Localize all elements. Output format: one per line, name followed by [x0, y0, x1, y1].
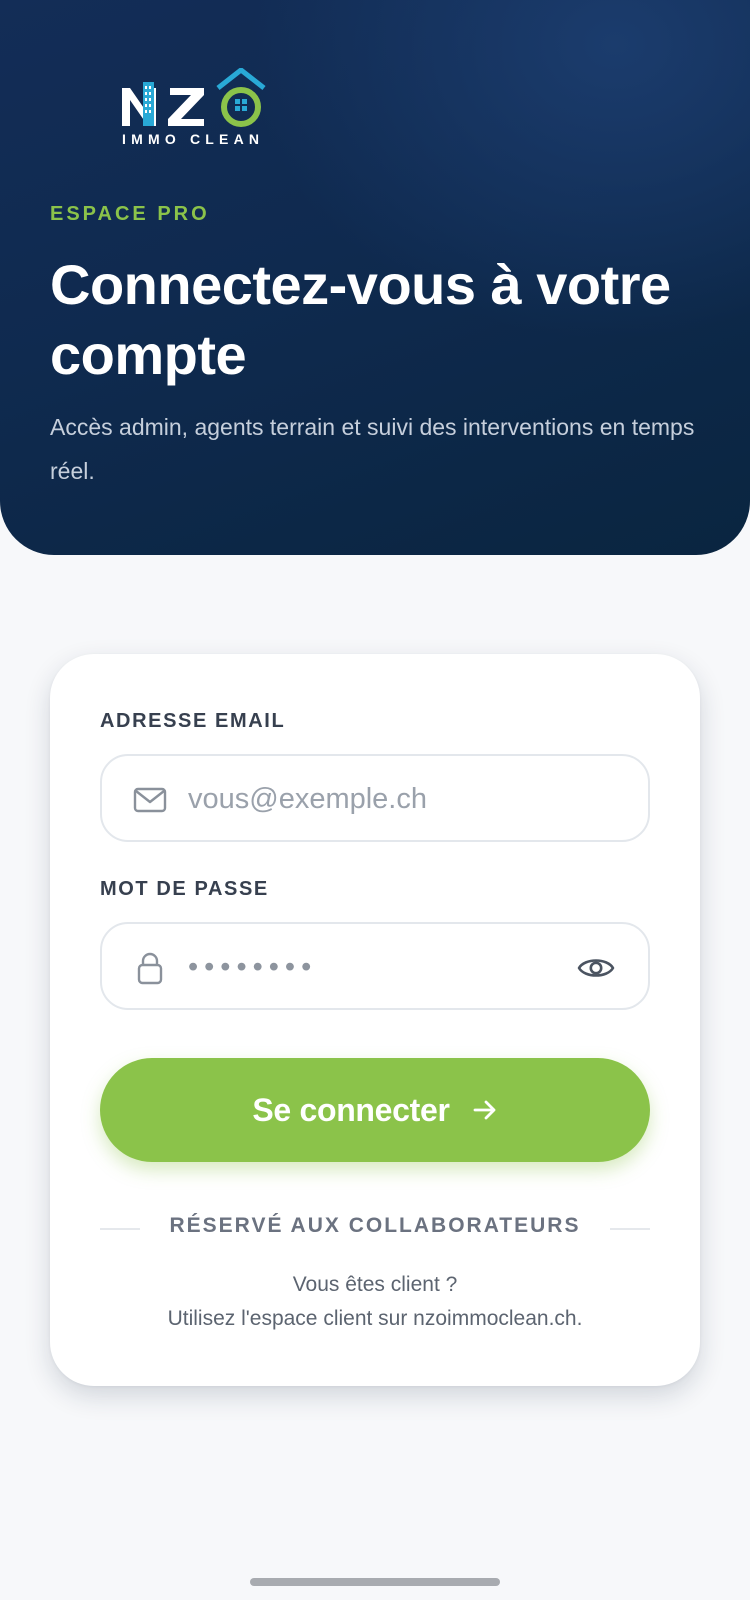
lock-icon: [137, 952, 163, 985]
page-subtitle: Accès admin, agents terrain et suivi des…: [50, 414, 695, 484]
mail-icon: [133, 787, 167, 813]
toggle-password-visibility-button[interactable]: [576, 950, 616, 986]
divider-left: [100, 1228, 140, 1230]
password-field[interactable]: [100, 922, 650, 1010]
home-indicator[interactable]: [250, 1578, 500, 1586]
email-input[interactable]: [188, 776, 588, 822]
email-field[interactable]: [100, 754, 650, 842]
login-button[interactable]: Se connecter: [100, 1058, 650, 1162]
login-button-label: Se connecter: [252, 1091, 450, 1128]
client-note-question: Vous êtes client ?: [292, 1273, 458, 1296]
eye-icon: [577, 959, 615, 977]
divider-right: [610, 1228, 650, 1230]
arrow-right-icon: [473, 1100, 496, 1120]
password-input[interactable]: [188, 944, 588, 990]
logo-subtitle: IMMO CLEAN: [122, 131, 265, 147]
client-note-link-text: Utilisez l'espace client sur nzoimmoclea…: [167, 1307, 583, 1330]
nzo-logo-icon: [122, 68, 266, 127]
password-label: MOT DE PASSE: [100, 878, 269, 900]
brand-logo: IMMO CLEAN: [122, 68, 272, 148]
divider-label: RÉSERVÉ AUX COLLABORATEURS: [169, 1214, 581, 1237]
section-eyebrow: ESPACE PRO: [50, 203, 210, 225]
email-label: ADRESSE EMAIL: [100, 710, 286, 732]
login-card: ADRESSE EMAIL MOT DE PASSE Se connecter …: [50, 654, 700, 1386]
page-title: Connectez-vous à votre compte: [50, 253, 671, 386]
header-hero: IMMO CLEAN ESPACE PRO Connectez-vous à v…: [0, 0, 750, 555]
